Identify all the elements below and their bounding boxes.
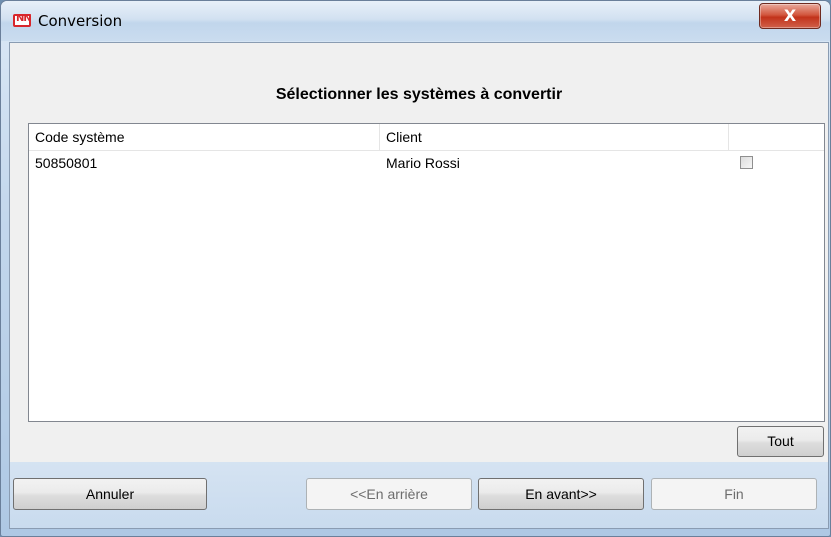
next-button[interactable]: En avant>>: [478, 478, 644, 510]
column-header-code[interactable]: Code système: [29, 124, 379, 150]
row-select-checkbox[interactable]: [740, 156, 753, 169]
header-area: Sélectionner les systèmes à convertir: [10, 43, 828, 121]
finish-button[interactable]: Fin: [651, 478, 817, 510]
cell-system-code: 50850801: [35, 155, 98, 171]
cancel-button[interactable]: Annuler: [13, 478, 207, 510]
cell-client-name: Mario Rossi: [386, 155, 460, 171]
title-bar[interactable]: NN Conversion X: [1, 1, 830, 41]
close-button[interactable]: X: [759, 3, 821, 29]
footer-bar: Annuler <<En arrière En avant>> Fin: [10, 462, 828, 528]
select-all-button[interactable]: Tout: [737, 426, 824, 457]
column-header-client[interactable]: Client: [380, 124, 729, 150]
systems-list[interactable]: Code système Client 50850801 Mario Rossi: [28, 123, 825, 422]
app-logo-icon: NN: [13, 13, 32, 27]
table-row[interactable]: 50850801 Mario Rossi: [29, 151, 824, 177]
window-title: Conversion: [38, 12, 123, 30]
app-logo-glyph: NN: [16, 13, 32, 24]
dialog-body: Sélectionner les systèmes à convertir Co…: [9, 42, 829, 529]
page-title: Sélectionner les systèmes à convertir: [275, 86, 563, 103]
column-header-select[interactable]: [729, 124, 824, 150]
list-header: Code système Client: [29, 124, 824, 151]
close-icon: X: [783, 6, 797, 25]
back-button[interactable]: <<En arrière: [306, 478, 472, 510]
conversion-window: NN Conversion X Sélectionner les système…: [0, 0, 831, 537]
